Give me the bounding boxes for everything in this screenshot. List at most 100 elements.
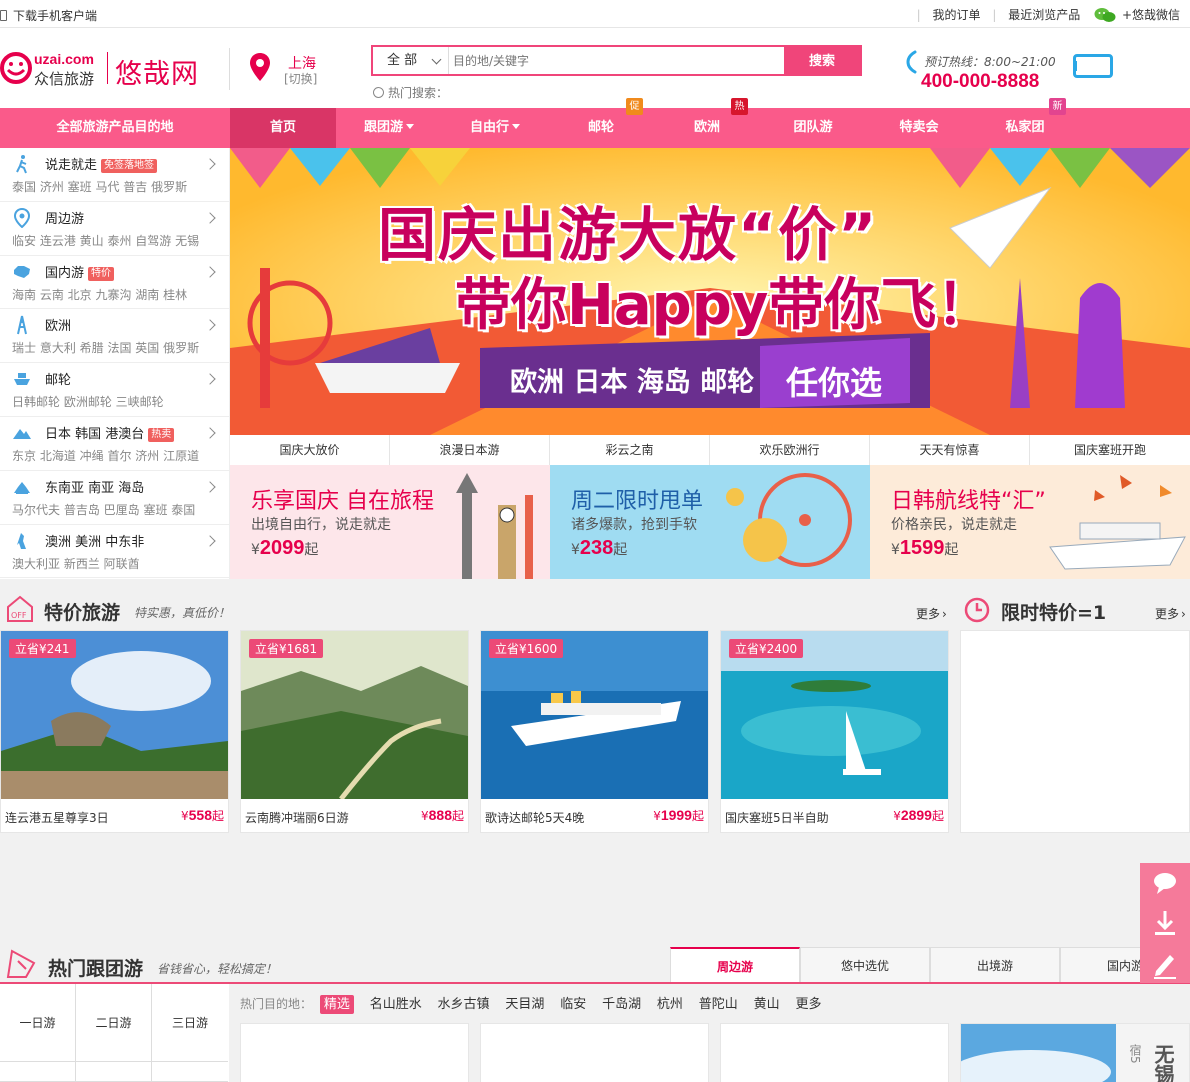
nav-free-travel[interactable]: 自由行 xyxy=(442,108,548,148)
featured-tour-card[interactable]: 无锡 宿5 xyxy=(960,1023,1190,1082)
logo-cn: 众信旅游 xyxy=(34,70,95,88)
search-button[interactable]: 搜索 xyxy=(784,47,860,74)
dest-filter[interactable]: 千岛湖 xyxy=(602,997,641,1012)
category-destinations[interactable]: 马尔代夫 普吉岛 巴厘岛 塞班 泰国 xyxy=(12,501,195,518)
category-destinations[interactable]: 海南 云南 北京 九寨沟 湖南 桂林 xyxy=(12,286,187,303)
dest-filter[interactable]: 天目湖 xyxy=(505,997,544,1012)
all-destinations[interactable]: 全部旅游产品目的地 xyxy=(0,108,230,148)
city-switch-link[interactable]: [切换] xyxy=(284,70,317,87)
tour-card-placeholder[interactable] xyxy=(480,1023,709,1082)
dest-more-link[interactable]: 更多 xyxy=(795,997,821,1012)
hot-search-label: 热门搜索： xyxy=(388,86,449,100)
nav-home[interactable]: 首页 xyxy=(230,108,336,148)
banner-tab[interactable]: 国庆大放价 xyxy=(230,435,390,465)
sidebar-category-title[interactable]: 欧洲 xyxy=(45,315,71,334)
tab-selected[interactable]: 悠中选优 xyxy=(800,947,930,983)
sidebar-category-title[interactable]: 说走就走 免签落地签 xyxy=(45,154,158,173)
sidebar-category[interactable]: 周边游临安 连云港 黄山 泰州 自驾游 无锡 xyxy=(0,202,229,256)
nav-flash-sale[interactable]: 特卖会 xyxy=(866,108,972,148)
walker-icon xyxy=(12,154,32,174)
sidebar-category[interactable]: 日本 韩国 港澳台 热卖东京 北海道 冲绳 首尔 济州 江原道 xyxy=(0,417,229,471)
download-app-link[interactable]: 下载手机客户端 xyxy=(0,7,97,24)
one-day-tour[interactable]: 一日游 xyxy=(0,984,76,1062)
tour-card-placeholder[interactable] xyxy=(720,1023,949,1082)
sidebar-category-title[interactable]: 国内游 特价 xyxy=(45,262,115,281)
promo-card[interactable]: 周二限时甩单 诸多爆款，抢到手软 ¥238起 xyxy=(550,465,870,579)
download-label: 下载手机客户端 xyxy=(13,9,98,23)
section-title-special: 特价旅游 xyxy=(44,602,121,624)
sidebar-category[interactable]: 东南亚 南亚 海岛马尔代夫 普吉岛 巴厘岛 塞班 泰国 xyxy=(0,471,229,525)
top-right-links: | 我的订单 | 最近浏览产品 +悠哉微信 xyxy=(909,6,1180,23)
promo-card[interactable]: 日韩航线特“汇” 价格亲民，说走就走 ¥1599起 xyxy=(870,465,1190,579)
tablet-icon[interactable] xyxy=(1073,54,1113,78)
temple-icon xyxy=(12,477,32,497)
special-more-link[interactable]: 更多 xyxy=(916,605,947,622)
deal-title: 国庆塞班5日半自助 xyxy=(725,811,829,825)
category-destinations[interactable]: 泰国 济州 塞班 马代 普吉 俄罗斯 xyxy=(12,178,187,195)
banner-tab[interactable]: 彩云之南 xyxy=(550,435,710,465)
dest-filter-selected[interactable]: 精选 xyxy=(319,995,354,1014)
day-tour-grid: 一日游 二日游 三日游 xyxy=(0,984,229,1082)
banner-tab[interactable]: 天天有惊喜 xyxy=(870,435,1030,465)
tour-card-placeholder[interactable] xyxy=(240,1023,469,1082)
wechat-link[interactable]: +悠哉微信 xyxy=(1122,8,1180,22)
dest-filter[interactable]: 名山胜水 xyxy=(370,997,422,1012)
tab-nearby[interactable]: 周边游 xyxy=(670,947,800,984)
chevron-right-icon xyxy=(204,158,216,170)
chat-button[interactable] xyxy=(1140,863,1190,903)
two-day-tour[interactable]: 二日游 xyxy=(76,984,152,1062)
nav-group-tour[interactable]: 跟团游 xyxy=(336,108,442,148)
section-title-limit: 限时特价=1 xyxy=(1001,602,1107,624)
category-destinations[interactable]: 澳大利亚 新西兰 阿联酋 xyxy=(12,555,140,572)
tab-outbound[interactable]: 出境游 xyxy=(930,947,1060,983)
sidebar-category[interactable]: 说走就走 免签落地签泰国 济州 塞班 马代 普吉 俄罗斯 xyxy=(0,148,229,202)
promo-card[interactable]: 乐享国庆 自在旅程 出境自由行，说走就走 ¥2099起 xyxy=(230,465,550,579)
edit-icon xyxy=(1154,955,1176,979)
deal-card[interactable]: 立省¥2400 国庆塞班5日半自助 ¥2899起 xyxy=(720,630,949,833)
dest-filter[interactable]: 杭州 xyxy=(657,997,683,1012)
wechat-icon[interactable] xyxy=(1094,7,1116,23)
three-day-tour[interactable]: 三日游 xyxy=(152,984,228,1062)
currency: ¥ xyxy=(891,542,900,558)
category-destinations[interactable]: 东京 北海道 冲绳 首尔 济州 江原道 xyxy=(12,447,199,464)
sidebar-category-title[interactable]: 日本 韩国 港澳台 热卖 xyxy=(45,423,175,442)
sidebar-category-title[interactable]: 东南亚 南亚 海岛 xyxy=(45,477,144,496)
limit-more-link[interactable]: 更多 xyxy=(1155,605,1186,622)
sidebar-category[interactable]: 邮轮日韩邮轮 欧洲邮轮 三峡邮轮 xyxy=(0,363,229,417)
sidebar-category[interactable]: 国内游 特价海南 云南 北京 九寨沟 湖南 桂林 xyxy=(0,256,229,310)
dest-filter[interactable]: 临安 xyxy=(560,997,586,1012)
dest-filter[interactable]: 普陀山 xyxy=(699,997,738,1012)
clock-icon xyxy=(964,597,990,623)
nav-team-tour[interactable]: 团队游 xyxy=(760,108,866,148)
feedback-button[interactable] xyxy=(1140,943,1190,983)
deal-card[interactable]: 立省¥1681 云南腾冲瑞丽6日游 ¥888起 xyxy=(240,630,469,833)
sidebar-category[interactable]: 欧洲瑞士 意大利 希腊 法国 英国 俄罗斯 xyxy=(0,309,229,364)
currency: ¥ xyxy=(893,809,901,823)
category-tag: 特价 xyxy=(88,266,115,281)
banner-tab[interactable]: 浪漫日本游 xyxy=(390,435,550,465)
logo-brand[interactable]: 悠哉网 xyxy=(115,52,199,91)
nav-label: 首页 xyxy=(269,120,296,135)
dest-filter[interactable]: 水乡古镇 xyxy=(438,997,490,1012)
dest-filter[interactable]: 黄山 xyxy=(754,997,780,1012)
category-destinations[interactable]: 日韩邮轮 欧洲邮轮 三峡邮轮 xyxy=(12,393,164,410)
my-orders-link[interactable]: 我的订单 xyxy=(933,8,981,22)
nav-label: 团队游 xyxy=(793,120,833,135)
nav-badge-new: 新 xyxy=(1049,98,1066,115)
sidebar-category[interactable]: 澳洲 美洲 中东非澳大利亚 新西兰 阿联酋 xyxy=(0,525,229,579)
download-button[interactable] xyxy=(1140,903,1190,943)
deal-card[interactable]: 立省¥1600 歌诗达邮轮5天4晚 ¥1999起 xyxy=(480,630,709,833)
search-input[interactable] xyxy=(453,49,773,72)
mountain-icon xyxy=(12,423,32,443)
category-destinations[interactable]: 瑞士 意大利 希腊 法国 英国 俄罗斯 xyxy=(12,339,199,356)
sidebar-category-title[interactable]: 邮轮 xyxy=(45,369,71,388)
category-destinations[interactable]: 临安 连云港 黄山 泰州 自驾游 无锡 xyxy=(12,232,199,249)
sidebar-category-title[interactable]: 澳洲 美洲 中东非 xyxy=(45,531,144,550)
recent-products-link[interactable]: 最近浏览产品 xyxy=(1008,8,1080,22)
hero-banner[interactable]: 国庆出游大放“价” 带你Happy带你飞！ 欧洲 日本 海岛 邮轮 任你选 xyxy=(230,148,1190,435)
banner-tab[interactable]: 国庆塞班开跑 xyxy=(1030,435,1190,465)
deal-card[interactable]: 立省¥241 连云港五星尊享3日 ¥558起 xyxy=(0,630,229,833)
search-scope-select[interactable]: 全 部 xyxy=(373,47,449,74)
sidebar-category-title[interactable]: 周边游 xyxy=(45,208,84,227)
banner-tab[interactable]: 欢乐欧洲行 xyxy=(710,435,870,465)
